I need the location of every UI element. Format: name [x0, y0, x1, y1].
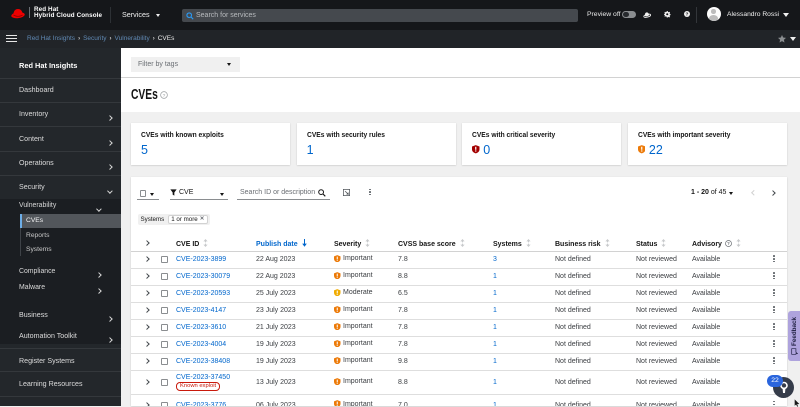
svg-text:?: ? — [163, 93, 166, 99]
svg-text:?: ? — [727, 241, 730, 246]
svg-text:?: ? — [686, 12, 689, 17]
